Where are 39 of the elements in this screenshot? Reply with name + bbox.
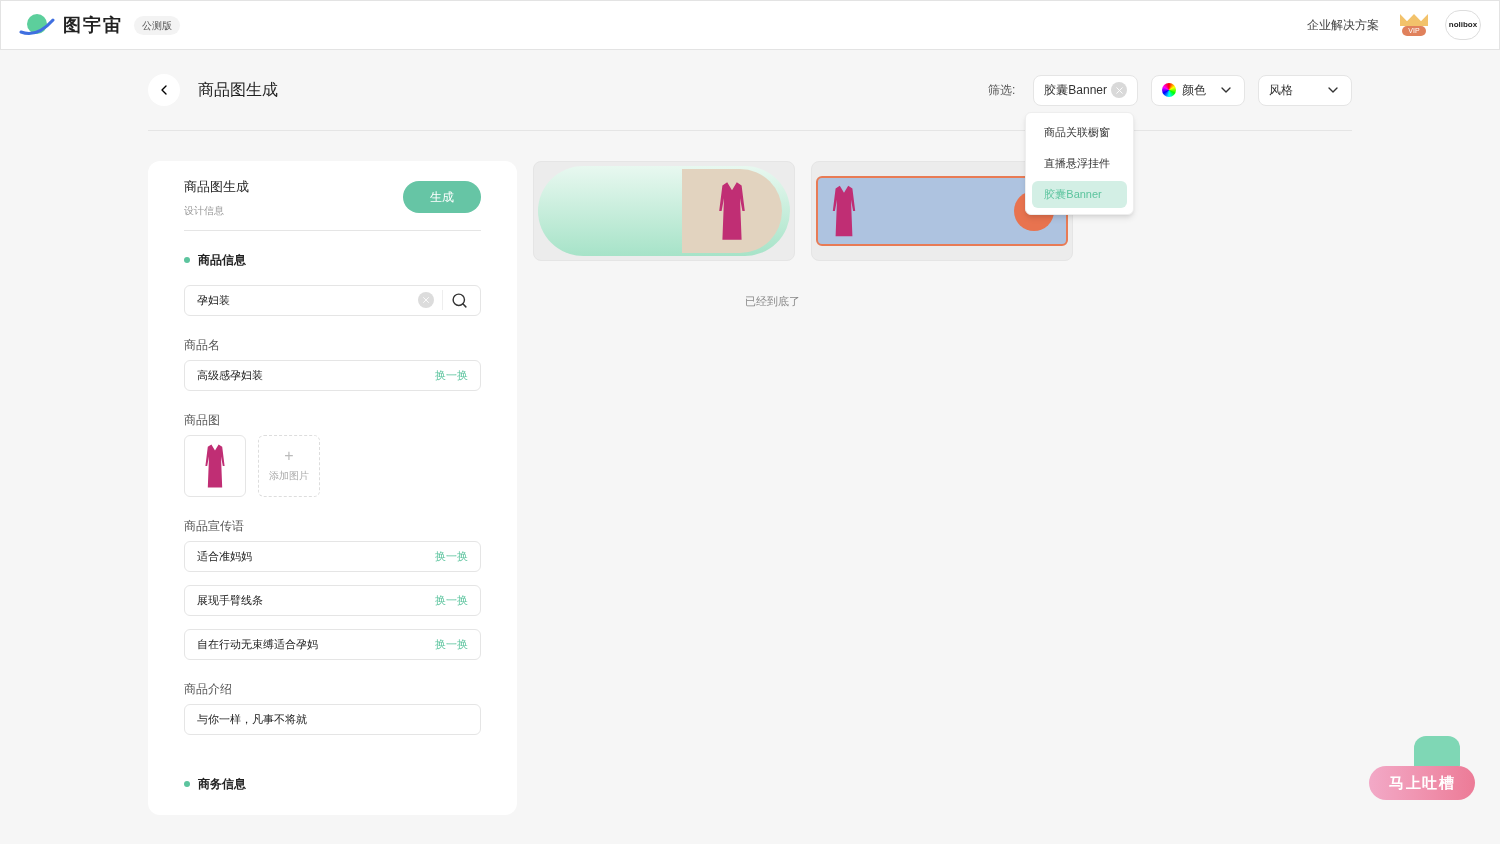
filter-chip[interactable]: 胶囊Banner bbox=[1033, 74, 1138, 106]
enterprise-link[interactable]: 企业解决方案 bbox=[1307, 16, 1379, 34]
field-label: 商品宣传语 bbox=[184, 517, 245, 535]
end-of-list-text: 已经到底了 bbox=[744, 294, 801, 309]
slogan-field[interactable]: 自在行动无束缚适合孕妈 换一换 bbox=[184, 628, 481, 660]
field-value: 高级感孕妇装 bbox=[197, 367, 264, 383]
dropdown-option[interactable]: 商品关联橱窗 bbox=[1032, 118, 1128, 146]
panel-subtitle: 设计信息 bbox=[184, 203, 225, 218]
color-filter-dropdown[interactable]: 颜色 bbox=[1151, 74, 1245, 106]
page-title: 商品图生成 bbox=[198, 80, 278, 100]
user-avatar[interactable]: nolibox bbox=[1445, 10, 1481, 40]
field-value: 孕妇装 bbox=[197, 292, 231, 308]
intro-field[interactable]: 与你一样，凡事不将就 bbox=[184, 703, 481, 735]
field-label: 商品图 bbox=[184, 411, 221, 429]
section-heading: 商务信息 bbox=[198, 775, 246, 793]
product-thumbnail[interactable] bbox=[184, 434, 246, 497]
dropdown-option[interactable]: 直播悬浮挂件 bbox=[1032, 149, 1128, 177]
filter-label: 筛选: bbox=[987, 82, 1016, 99]
search-field[interactable]: 孕妇装 bbox=[184, 284, 481, 316]
panel-title: 商品图生成 bbox=[184, 178, 249, 196]
planet-logo-icon bbox=[19, 12, 55, 38]
section-heading: 商品信息 bbox=[198, 251, 246, 269]
field-label: 商品名 bbox=[184, 336, 221, 354]
color-wheel-icon bbox=[1162, 83, 1176, 97]
dress-image bbox=[830, 183, 858, 239]
back-button[interactable] bbox=[148, 74, 180, 106]
slogan-field[interactable]: 适合准妈妈 换一换 bbox=[184, 540, 481, 572]
slogan-field[interactable]: 展现手臂线条 换一换 bbox=[184, 584, 481, 616]
beta-badge: 公测版 bbox=[134, 15, 181, 35]
product-name-field[interactable]: 高级感孕妇装 换一换 bbox=[184, 359, 481, 391]
field-label: 商品介绍 bbox=[184, 680, 233, 698]
capsule-banner-image[interactable] bbox=[533, 161, 795, 261]
style-filter-dropdown[interactable]: 风格 bbox=[1258, 74, 1352, 106]
search-icon[interactable] bbox=[451, 291, 468, 309]
field-value: 自在行动无束缚适合孕妈 bbox=[197, 636, 319, 652]
field-value: 展现手臂线条 bbox=[197, 592, 264, 608]
mascot-icon bbox=[1414, 736, 1460, 766]
field-value: 适合准妈妈 bbox=[197, 548, 253, 564]
logo-text: 图宇宙 bbox=[63, 13, 123, 37]
